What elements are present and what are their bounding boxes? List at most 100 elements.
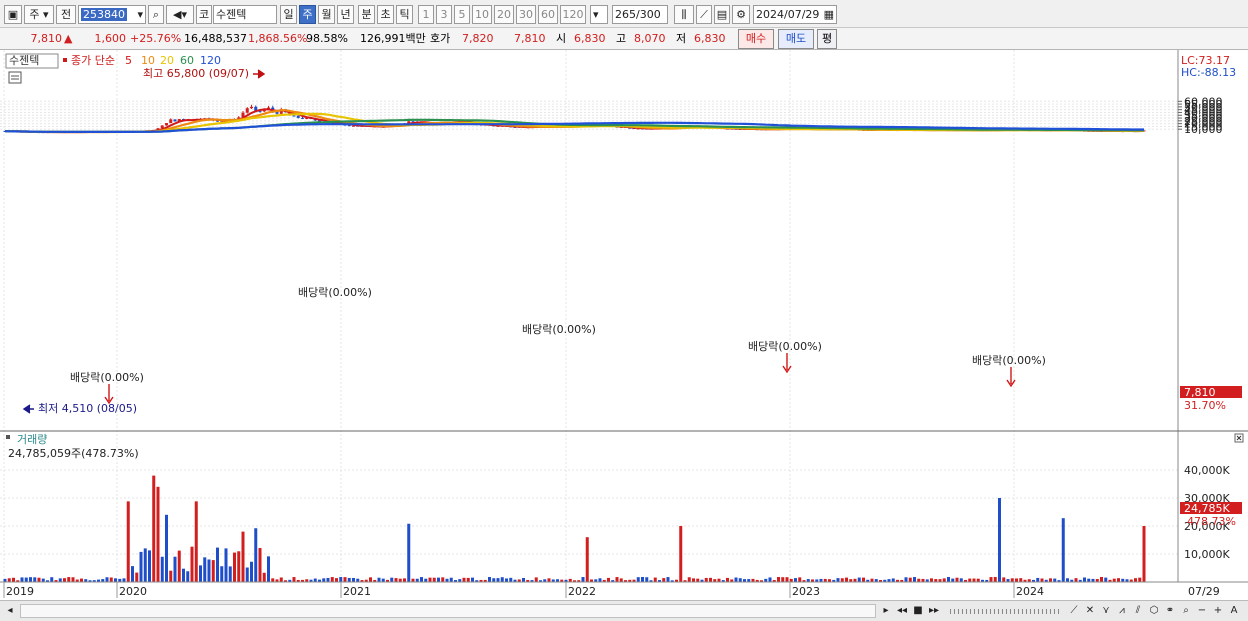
link-icon[interactable]: ⚭: [1162, 603, 1178, 619]
fast-forward-icon[interactable]: ▸▸: [926, 603, 942, 619]
play-icon[interactable]: ▸: [878, 603, 894, 619]
current-price-tag-value: 7,810: [1184, 386, 1216, 399]
open-price: 6,830: [574, 32, 606, 45]
period-day[interactable]: 일: [280, 5, 297, 24]
draw-cross-icon[interactable]: ✕: [1082, 603, 1098, 619]
volume-bar: [1104, 577, 1108, 582]
zoom-in-icon[interactable]: +: [1210, 603, 1226, 619]
volume-bar: [24, 577, 28, 582]
hoga-label: 호가: [430, 32, 451, 45]
ma-legend-10[interactable]: 10: [141, 54, 155, 67]
interval-5[interactable]: 5: [454, 5, 470, 24]
volume-bar: [177, 550, 181, 582]
volume-bar: [726, 577, 729, 582]
ma-legend-marker-icon: [63, 58, 67, 62]
period-second[interactable]: 초: [377, 5, 394, 24]
interval-20[interactable]: 20: [494, 5, 514, 24]
window-menu-icon[interactable]: ▣: [4, 5, 22, 24]
count-field[interactable]: 265/300: [612, 5, 668, 24]
period-year[interactable]: 년: [337, 5, 354, 24]
prev-button[interactable]: 전: [56, 5, 76, 24]
volume-bar: [114, 578, 117, 582]
save-icon[interactable]: ▤: [714, 5, 730, 24]
volume-bar: [798, 577, 802, 582]
code-input[interactable]: 253840 ▾: [78, 5, 146, 24]
stop-icon[interactable]: ■: [910, 603, 926, 619]
speaker-icon[interactable]: ◀▾: [166, 5, 194, 24]
market-select[interactable]: 주 ▾: [24, 5, 54, 24]
volume-bar: [352, 577, 355, 582]
volume-bar: [165, 514, 168, 582]
volume-bar: [598, 578, 602, 582]
draw-line-icon[interactable]: ⟋: [1066, 603, 1082, 619]
zoom-slider[interactable]: [950, 609, 1060, 614]
volume-bar: [998, 498, 1001, 582]
draw-shape-icon[interactable]: ⬡: [1146, 603, 1162, 619]
draw-tool-icon[interactable]: ⟋: [696, 5, 712, 24]
code-value: 253840: [81, 8, 127, 21]
ma-legend-20[interactable]: 20: [160, 54, 174, 67]
scroll-track[interactable]: [20, 604, 876, 618]
volume-bar: [335, 578, 338, 582]
volume-bar: [615, 577, 619, 582]
volume-bar: [471, 577, 474, 582]
volume-value: 16,488,537: [184, 32, 247, 45]
volume-bar: [313, 578, 317, 582]
calculator-icon[interactable]: [8, 71, 22, 84]
volume-bar: [1040, 578, 1044, 582]
zoom-out-icon[interactable]: −: [1194, 603, 1210, 619]
period-week[interactable]: 주: [299, 5, 316, 24]
time-axis-label: 2019: [6, 585, 34, 598]
search-icon[interactable]: ⌕: [148, 5, 164, 24]
volume-bar: [488, 577, 491, 582]
candle-type-icon[interactable]: ⫼: [674, 5, 694, 24]
stock-chart[interactable]: 수젠텍 종가 단순 5 10 20 60 120 LC:73.17 HC:-88…: [0, 50, 1248, 600]
low-label: 저: [676, 32, 687, 45]
gear-icon[interactable]: ⚙: [732, 5, 750, 24]
volume-bar: [347, 577, 351, 582]
high-annotation: 최고 65,800 (09/07): [143, 67, 249, 80]
draw-wave-icon[interactable]: ⩘: [1114, 603, 1130, 619]
volume-bar: [182, 568, 185, 582]
interval-10[interactable]: 10: [472, 5, 492, 24]
date-field[interactable]: 2024/07/29 ▦: [753, 5, 837, 24]
auto-scale-icon[interactable]: A: [1226, 603, 1242, 619]
volume-bar: [203, 557, 207, 582]
time-axis-current: 07/29: [1188, 585, 1220, 598]
volume-bar: [326, 577, 330, 582]
ma-legend-60[interactable]: 60: [180, 54, 194, 67]
volume-bar: [441, 577, 445, 582]
interval-120[interactable]: 120: [560, 5, 586, 24]
scroll-left-icon[interactable]: ◂: [2, 603, 18, 619]
interval-60[interactable]: 60: [538, 5, 558, 24]
change-percent: +25.76%: [130, 32, 182, 45]
draw-fork-icon[interactable]: ⋎: [1098, 603, 1114, 619]
interval-custom-select[interactable]: ▾: [590, 5, 608, 24]
candle-body: [292, 115, 296, 117]
period-minute[interactable]: 분: [358, 5, 375, 24]
volume-bar: [1117, 578, 1120, 582]
volume-bar: [955, 577, 959, 582]
price-axis-label: 10,000: [1184, 123, 1223, 136]
interval-1[interactable]: 1: [418, 5, 434, 24]
sell-button[interactable]: 매도: [778, 29, 814, 49]
chart-scrollbar[interactable]: ◂ ▸ ◂◂ ■ ▸▸ ⟋ ✕ ⋎ ⩘ ⫽ ⬡ ⚭ ⌕ − + A: [0, 600, 1248, 621]
period-month[interactable]: 월: [318, 5, 335, 24]
buy-button[interactable]: 매수: [738, 29, 774, 49]
eval-button[interactable]: 평: [817, 29, 837, 49]
period-tick[interactable]: 틱: [396, 5, 413, 24]
zoom-search-icon[interactable]: ⌕: [1178, 603, 1194, 619]
draw-channel-icon[interactable]: ⫽: [1130, 603, 1146, 619]
volume-bar: [220, 566, 224, 582]
interval-30[interactable]: 30: [516, 5, 536, 24]
hc-label: HC:-88.13: [1181, 66, 1236, 79]
rewind-icon[interactable]: ◂◂: [894, 603, 910, 619]
volume-bar: [160, 556, 164, 582]
ma-legend-5[interactable]: 5: [125, 54, 132, 67]
ma-legend-120[interactable]: 120: [200, 54, 221, 67]
interval-3[interactable]: 3: [436, 5, 452, 24]
stock-name-field[interactable]: 수젠텍: [213, 5, 277, 24]
candle-body: [296, 115, 300, 118]
volume-bar: [156, 486, 160, 582]
time-axis-label: 2024: [1016, 585, 1044, 598]
